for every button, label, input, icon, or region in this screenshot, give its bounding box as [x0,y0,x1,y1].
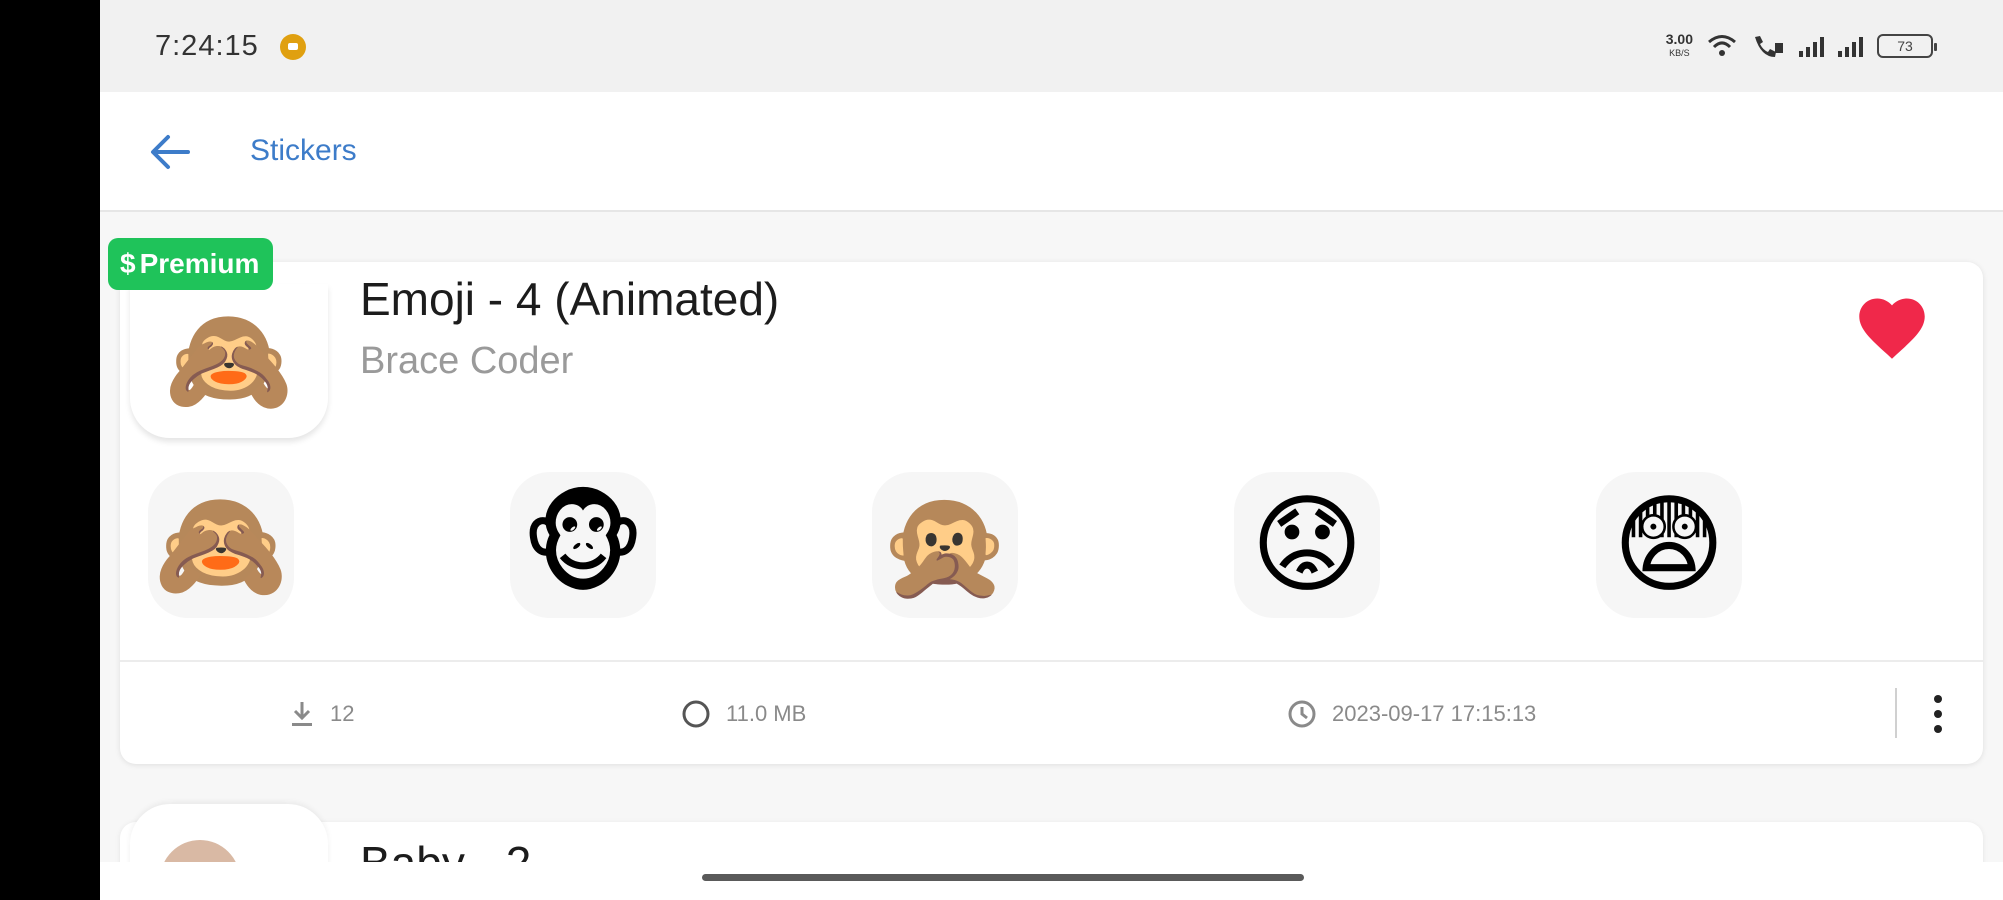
signal-icon-2 [1838,35,1863,57]
sticker-preview[interactable]: 🐵 [510,472,656,618]
pack-author: Brace Coder [360,340,574,382]
signal-icon [1799,35,1824,57]
more-options-button[interactable] [1918,688,1958,740]
more-vert-icon [1934,695,1942,703]
size-stat: 11.0 MB [680,694,806,734]
downloads-stat: 12 [288,694,354,734]
premium-badge: $ Premium [108,238,274,290]
screen: 7:24:15 3.00 KB/S 73 Stickers 🙈 $ Premiu… [100,0,2003,900]
pack-title: Emoji - 4 (Animated) [360,273,780,325]
dollar-icon: $ [120,248,136,279]
page-title: Stickers [250,134,357,167]
status-bar: 7:24:15 3.00 KB/S 73 [100,0,2003,92]
download-icon [292,702,312,726]
clock-icon [1288,700,1316,728]
heart-icon [1859,298,1925,359]
navigation-bar [100,862,2003,900]
pack-thumbnail[interactable]: 🙈 [130,284,328,438]
sticker-preview[interactable]: 😟 [1234,472,1380,618]
pack-size: 11.0 MB [726,701,807,726]
arrow-left-icon [151,135,190,169]
app-bar: Stickers [100,92,2003,212]
sticker-preview[interactable]: 🙊 [872,472,1018,618]
notification-icon [280,34,306,60]
home-indicator[interactable] [702,874,1304,881]
battery-icon: 73 [1877,34,1937,58]
pack-date: 2023-09-17 17:15:13 [1332,701,1537,726]
wifi-icon [1708,35,1736,56]
sticker-preview[interactable]: 🙈 [148,472,294,618]
volte-call-icon [1755,36,1783,57]
sticker-preview[interactable]: 😨 [1596,472,1742,618]
downloads-count: 12 [330,701,355,726]
date-stat: 2023-09-17 17:15:13 [1286,694,1536,734]
network-speed: 3.00 KB/S [1665,31,1693,58]
card-divider [120,660,1983,662]
favorite-button[interactable] [1852,290,1932,362]
status-icons: 3.00 KB/S 73 [1665,28,1937,64]
divider [1895,688,1897,738]
status-time: 7:24:15 [155,30,259,62]
premium-label: Premium [139,248,260,279]
storage-icon [682,700,710,728]
back-button[interactable] [145,127,195,177]
